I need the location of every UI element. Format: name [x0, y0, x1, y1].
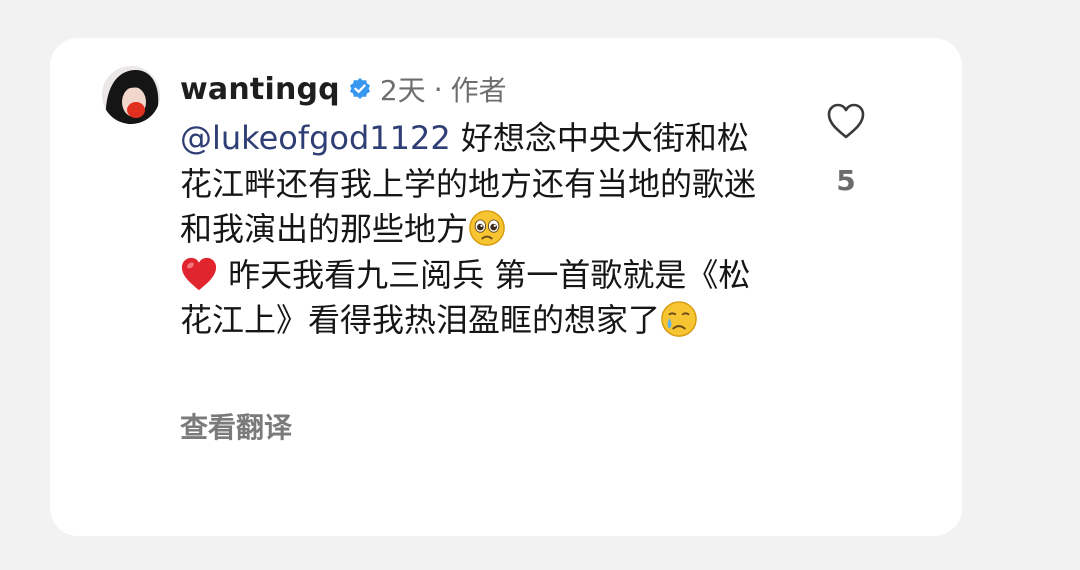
comment-text: @lukeofgod1122 好想念中央大街和松花江畔还有我上学的地方还有当地的… [180, 116, 780, 344]
comment-time: 2天 [379, 74, 426, 107]
heart-outline-icon[interactable] [826, 102, 866, 140]
avatar-image [102, 66, 160, 124]
red-heart-emoji [181, 257, 217, 290]
author-label: 作者 [450, 74, 507, 107]
crying-face-emoji [661, 301, 697, 337]
see-translation-link[interactable]: 查看翻译 [180, 406, 292, 446]
pleading-face-emoji [469, 210, 505, 246]
comment-header: wantingq 2天 · 作者 [180, 68, 507, 110]
like-count: 5 [836, 164, 856, 197]
user-avatar[interactable] [102, 66, 160, 124]
mention-link[interactable]: @lukeofgod1122 [180, 119, 451, 157]
meta-separator: · [433, 72, 443, 106]
username[interactable]: wantingq [180, 72, 340, 107]
verified-badge-icon [349, 78, 370, 99]
